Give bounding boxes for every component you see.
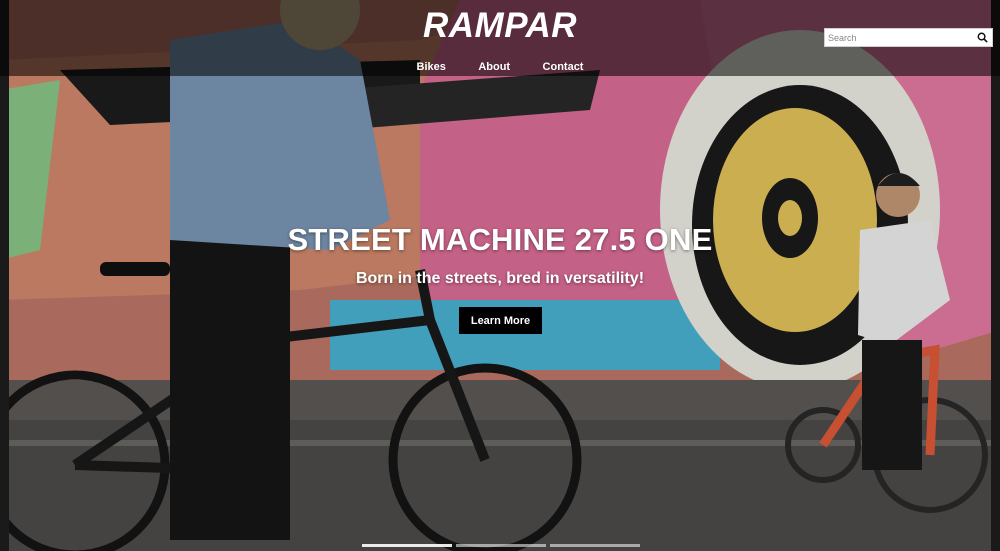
carousel-dot-2[interactable] (456, 544, 546, 547)
search-button[interactable] (975, 30, 990, 45)
nav-item-bikes[interactable]: Bikes (417, 61, 446, 73)
hero-subtitle: Born in the streets, bred in versatility… (355, 270, 645, 287)
nav-item-contact[interactable]: Contact (543, 61, 584, 73)
search-input[interactable] (827, 30, 974, 45)
site-header: RAMPAR Bikes About Contact (0, 0, 1000, 76)
carousel-dot-3[interactable] (550, 544, 640, 547)
nav-item-about[interactable]: About (478, 61, 510, 73)
carousel-dot-1[interactable] (362, 544, 452, 547)
search-icon (977, 32, 988, 43)
learn-more-button[interactable]: Learn More (459, 307, 542, 334)
carousel-indicators (362, 544, 640, 548)
hero-title: STREET MACHINE 27.5 ONE (287, 222, 713, 257)
search-box (824, 28, 993, 47)
main-nav: Bikes About Contact (0, 57, 1000, 75)
